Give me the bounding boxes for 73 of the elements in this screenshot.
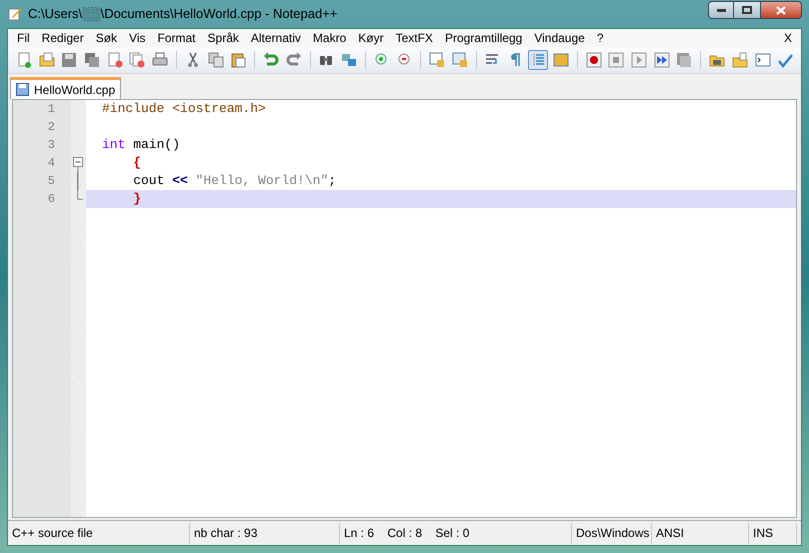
- lock-window-icon: [429, 52, 446, 68]
- status-field: ANSI: [652, 522, 749, 544]
- menu-item[interactable]: Fil: [11, 29, 36, 47]
- menu-item[interactable]: Alternativ: [244, 29, 307, 47]
- status-field: C++ source file: [8, 522, 190, 544]
- line-number: 4: [46, 155, 56, 172]
- code-line: #include <iostream.h>: [102, 101, 266, 116]
- maximize-button[interactable]: [734, 1, 760, 19]
- record-button[interactable]: [584, 50, 604, 70]
- spell-check-icon: [777, 52, 794, 68]
- menu-item[interactable]: Vis: [123, 29, 152, 47]
- close-file-icon: [106, 52, 123, 68]
- notepad-icon: [8, 7, 22, 21]
- indent-guide-button[interactable]: [528, 50, 548, 70]
- status-field: Ln : 6 Col : 8 Sel : 0: [340, 522, 572, 544]
- panel-icon: [552, 52, 569, 68]
- folder-icon: [38, 52, 55, 68]
- line-number: 6: [46, 191, 56, 208]
- file-tab[interactable]: HelloWorld.cpp: [10, 77, 122, 99]
- copy-button[interactable]: [206, 50, 226, 70]
- copy-icon: [208, 52, 224, 68]
- close-icon: [776, 6, 786, 14]
- stop-button[interactable]: [606, 50, 626, 70]
- menu-item[interactable]: Søk: [90, 29, 124, 47]
- folder-button[interactable]: [730, 50, 750, 70]
- play-icon: [631, 52, 647, 68]
- menu-item[interactable]: Rediger: [36, 29, 90, 47]
- menu-item[interactable]: Køyr: [352, 29, 390, 47]
- redo-icon: [286, 52, 302, 68]
- folder-icon: [732, 52, 748, 68]
- code-line: {: [132, 155, 142, 170]
- lock-window-button[interactable]: [450, 50, 470, 70]
- replace-icon: [341, 52, 358, 68]
- fold-toggle-icon[interactable]: [73, 157, 83, 172]
- macro-list-icon: [676, 52, 692, 68]
- clipboard-icon: [230, 52, 246, 68]
- menu-item[interactable]: ?: [590, 29, 610, 47]
- fast-forward-icon: [654, 52, 670, 68]
- lock-window-icon: [452, 52, 468, 68]
- menu-item[interactable]: Format: [152, 29, 202, 47]
- menu-item[interactable]: Språk: [202, 29, 245, 47]
- menu-item[interactable]: Vindauge: [528, 29, 591, 47]
- new-file-icon: [16, 52, 32, 68]
- minimize-button[interactable]: [708, 1, 734, 19]
- menu-item[interactable]: Makro: [306, 29, 352, 47]
- close-all-icon: [129, 52, 146, 68]
- console-window-icon: [754, 52, 771, 68]
- minimize-icon: [716, 8, 726, 12]
- close-document-button[interactable]: X: [778, 29, 798, 47]
- stop-icon: [608, 52, 624, 68]
- code-line: cout << "Hello, World!\n";: [132, 173, 336, 188]
- code-line: }: [132, 191, 142, 206]
- menu-item[interactable]: TextFX: [390, 29, 439, 47]
- code-line: int main(): [102, 137, 180, 152]
- status-field: INS: [749, 522, 797, 544]
- status-field: Dos\Windows: [572, 522, 652, 544]
- fast-forward-button[interactable]: [652, 50, 672, 70]
- window-title: C:\Users\░░\Documents\HelloWorld.cpp - Notepad++: [28, 5, 338, 24]
- maximize-icon: [742, 6, 752, 14]
- line-number: 1: [46, 101, 56, 118]
- floppy-disks-icon: [84, 52, 100, 68]
- line-number: 3: [46, 137, 56, 154]
- printer-icon: [152, 52, 168, 68]
- close-button[interactable]: [760, 1, 802, 19]
- menu-item[interactable]: Programtillegg: [438, 29, 528, 47]
- undo-icon: [263, 52, 280, 68]
- record-icon: [586, 52, 602, 68]
- line-number: 5: [46, 173, 56, 190]
- line-number: 2: [46, 119, 56, 136]
- status-field: nb char : 93: [190, 522, 340, 544]
- play-button[interactable]: [629, 50, 649, 70]
- floppy-disks-button[interactable]: [82, 50, 102, 70]
- close-all-button[interactable]: [128, 50, 148, 70]
